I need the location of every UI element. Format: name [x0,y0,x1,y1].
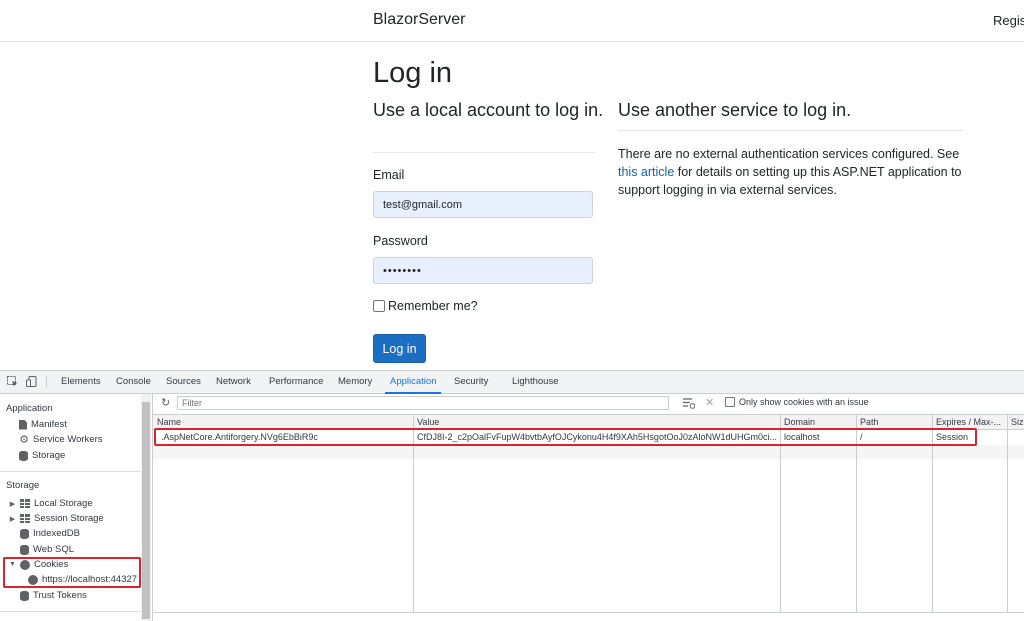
column-header-path[interactable]: Path [856,415,932,429]
application-section-heading: Application [6,403,53,414]
tab-network[interactable]: Network [216,371,251,393]
tab-application[interactable]: Application [384,371,443,394]
table-icon [20,499,30,508]
storage-section-heading: Storage [6,480,40,491]
sidebar-item-storage[interactable]: Storage [19,450,65,461]
sidebar-item-label: IndexedDB [33,528,81,539]
device-toolbar-icon[interactable] [26,376,37,387]
login-button[interactable]: Log in [373,334,426,363]
devtools-panel: Elements Console Sources Network Perform… [0,370,1024,621]
sidebar-item-web-sql[interactable]: Web SQL [20,544,74,555]
cookies-table: Name Value Domain Path Expires / Max-...… [153,415,1024,621]
clear-filtered-cookies-icon[interactable] [683,398,695,409]
page-title: Log in [373,57,453,89]
tab-memory[interactable]: Memory [338,371,372,393]
database-icon [19,450,28,461]
checkbox-box[interactable] [373,300,385,312]
tab-security[interactable]: Security [454,371,488,393]
password-label: Password [373,234,428,248]
only-issue-checkbox[interactable]: Only show cookies with an issue [725,397,869,407]
column-divider [1007,415,1008,612]
email-field[interactable] [373,191,593,218]
filter-input[interactable] [177,396,669,410]
tab-sources[interactable]: Sources [166,371,201,393]
sidebar-divider [0,611,141,612]
tab-lighthouse[interactable]: Lighthouse [512,371,558,393]
file-icon [19,419,27,430]
column-header-value[interactable]: Value [413,415,780,429]
expand-arrow-icon[interactable]: ▶ [9,515,16,523]
sidebar-item-label: Storage [32,450,66,461]
sidebar-divider [0,471,141,472]
sidebar-item-service-workers[interactable]: ⚙ Service Workers [19,433,103,446]
cookies-toolbar: ↻ ✕ Only show cookies with an issue [153,394,1024,415]
external-login-text: There are no external authentication ser… [618,145,963,199]
expand-arrow-icon[interactable]: ▶ [9,500,16,508]
register-link[interactable]: Regist [993,13,1024,28]
checkbox-box[interactable] [725,397,735,407]
external-login-heading: Use another service to log in. [618,100,852,120]
column-header-domain[interactable]: Domain [780,415,856,429]
column-header-size[interactable]: Size [1007,415,1024,429]
column-header-expires[interactable]: Expires / Max-... [932,415,1007,429]
article-link[interactable]: this article [618,165,674,179]
remember-me-label: Remember me? [388,299,478,313]
external-text-before: There are no external authentication ser… [618,147,960,161]
sidebar-item-label: Session Storage [34,513,104,524]
delete-cookie-icon[interactable]: ✕ [705,396,714,410]
tab-performance[interactable]: Performance [269,371,323,393]
database-icon [20,528,29,539]
sidebar-item-manifest[interactable]: Manifest [19,419,67,430]
sidebar-item-label: Manifest [31,419,67,430]
inspect-element-icon[interactable] [7,376,18,387]
tab-console[interactable]: Console [116,371,151,393]
tab-elements[interactable]: Elements [61,371,101,393]
table-bottom-border [153,612,1024,613]
sidebar-item-trust-tokens[interactable]: Trust Tokens [20,590,87,601]
cookies-highlight-box [3,557,141,588]
email-label: Email [373,168,405,182]
remember-me-checkbox[interactable]: Remember me? [373,299,478,313]
toolbar-separator [46,376,47,388]
application-sidebar: Application Manifest ⚙ Service Workers S… [0,394,153,621]
database-icon [20,544,29,555]
top-navbar: BlazorServer Regist [0,0,1024,42]
sidebar-item-label: Service Workers [33,434,103,445]
column-header-name[interactable]: Name [153,415,413,429]
only-issue-label: Only show cookies with an issue [739,397,869,407]
database-icon [20,590,29,601]
local-account-heading: Use a local account to log in. [373,100,604,120]
cookies-panel: ↻ ✕ Only show cookies with an issue Name… [153,394,1024,621]
password-field[interactable] [373,257,593,284]
refresh-icon[interactable]: ↻ [161,396,170,410]
sidebar-item-label: Web SQL [33,544,75,555]
table-row-empty [153,445,1024,459]
cookie-row-highlight-box [154,428,977,446]
gear-icon: ⚙ [19,433,29,446]
sidebar-item-local-storage[interactable]: ▶ Local Storage [9,498,93,509]
divider [373,152,595,153]
sidebar-scrollbar-thumb[interactable] [142,402,150,619]
devtools-tab-bar: Elements Console Sources Network Perform… [0,371,1024,394]
table-icon [20,514,30,523]
sidebar-item-indexeddb[interactable]: IndexedDB [20,528,80,539]
divider [618,130,963,131]
sidebar-item-label: Local Storage [34,498,93,509]
sidebar-item-session-storage[interactable]: ▶ Session Storage [9,513,104,524]
sidebar-item-label: Trust Tokens [33,590,87,601]
brand-link[interactable]: BlazorServer [373,11,465,29]
